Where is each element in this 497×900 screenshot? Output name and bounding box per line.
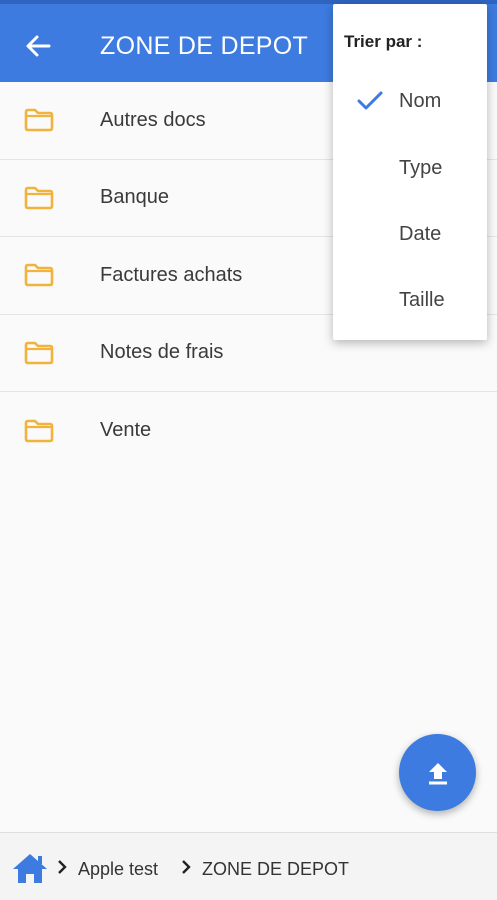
chevron-right-icon — [58, 860, 67, 874]
checkmark-icon — [357, 91, 383, 110]
sort-menu: Trier par : Nom Type Date Taille — [333, 4, 487, 340]
breadcrumb-item-current: ZONE DE DEPOT — [202, 859, 350, 879]
home-icon — [13, 854, 47, 883]
folder-icon — [24, 108, 54, 132]
folder-icon — [24, 419, 54, 443]
sort-option-date[interactable]: Date — [333, 207, 487, 263]
sort-option-nom[interactable]: Nom — [333, 74, 487, 130]
folder-icon — [24, 263, 54, 287]
sort-option-taille[interactable]: Taille — [333, 273, 487, 329]
chevron-right-icon — [182, 860, 191, 874]
upload-icon — [428, 762, 447, 784]
breadcrumb-item[interactable]: Apple test — [78, 859, 158, 880]
sort-option-label: Type — [399, 157, 443, 179]
back-button[interactable] — [18, 26, 58, 66]
sort-option-label: Nom — [399, 90, 442, 112]
arrow-back-icon — [26, 35, 51, 57]
folder-icon — [24, 341, 54, 365]
folder-name: Vente — [100, 419, 152, 442]
home-button[interactable] — [11, 851, 49, 885]
folder-icon — [24, 186, 54, 210]
folder-name: Factures achats — [100, 263, 243, 286]
folder-name: Notes de frais — [100, 341, 224, 364]
sort-menu-title: Trier par : — [344, 32, 423, 51]
sort-option-label: Taille — [399, 289, 445, 311]
list-item[interactable]: Vente — [0, 392, 497, 470]
folder-name: Autres docs — [100, 108, 206, 131]
sort-option-type[interactable]: Type — [333, 141, 487, 197]
upload-button[interactable] — [399, 734, 476, 811]
page-title: ZONE DE DEPOT — [100, 32, 309, 60]
breadcrumb: Apple test ZONE DE DEPOT — [0, 832, 497, 900]
sort-option-label: Date — [399, 223, 442, 245]
folder-name: Banque — [100, 186, 169, 209]
